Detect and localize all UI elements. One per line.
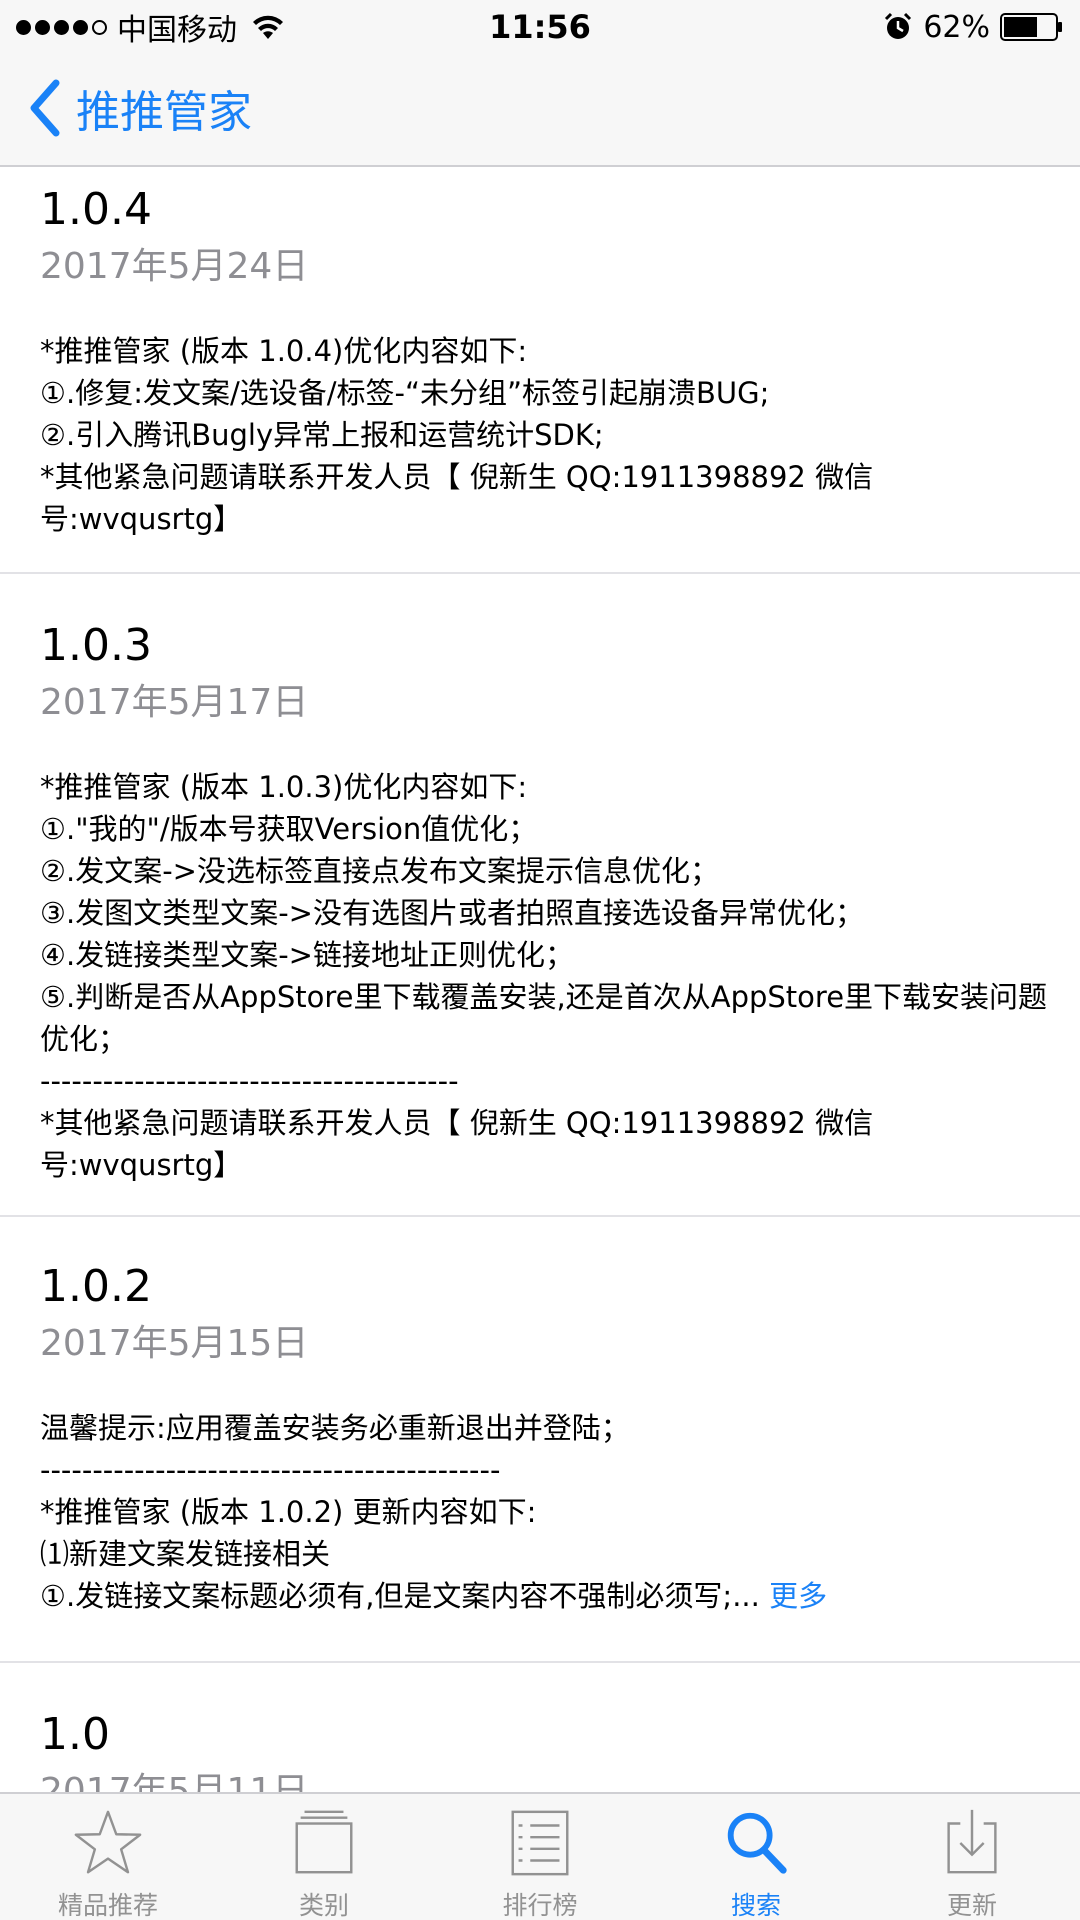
release-version: 1.0.4 bbox=[40, 184, 152, 235]
version-history-list[interactable]: 1.0.4 2017年5月24日 *推推管家 (版本 1.0.4)优化内容如下:… bbox=[0, 168, 1080, 1792]
battery-icon bbox=[1000, 13, 1062, 41]
alarm-icon bbox=[885, 12, 912, 39]
release-item: 1.0.4 2017年5月24日 *推推管家 (版本 1.0.4)优化内容如下:… bbox=[0, 168, 1080, 574]
navigation-bar: 推推管家 bbox=[0, 54, 1080, 167]
more-link[interactable]: 更多 bbox=[769, 1579, 827, 1613]
updates-icon bbox=[947, 1809, 997, 1874]
status-right: 62% bbox=[883, 8, 1064, 46]
release-date: 2017年5月24日 bbox=[40, 246, 309, 287]
release-item: 1.0.3 2017年5月17日 *推推管家 (版本 1.0.3)优化内容如下:… bbox=[0, 574, 1080, 1217]
tab-categories[interactable]: 类别 bbox=[216, 1794, 432, 1920]
release-version: 1.0.2 bbox=[40, 1261, 152, 1312]
release-notes: 温馨提示:应用覆盖安装务必重新退出并登陆； ------------------… bbox=[40, 1407, 1050, 1617]
top-charts-icon bbox=[511, 1810, 569, 1876]
star-icon bbox=[74, 1810, 142, 1874]
release-notes: *推推管家 (版本 1.0.3)优化内容如下: ①."我的"/版本号获取Vers… bbox=[40, 770, 1048, 1182]
tab-search[interactable]: 搜索 bbox=[648, 1794, 864, 1920]
release-item: 1.0.2 2017年5月15日 温馨提示:应用覆盖安装务必重新退出并登陆； -… bbox=[0, 1217, 1080, 1663]
tab-label: 搜索 bbox=[730, 1891, 781, 1920]
release-date: 2017年5月11日 bbox=[40, 1771, 309, 1792]
battery-percentage: 62% bbox=[923, 9, 990, 45]
tab-label: 精品推荐 bbox=[57, 1891, 158, 1920]
status-bar: 中国移动 11:56 62% bbox=[0, 0, 1080, 54]
release-date: 2017年5月17日 bbox=[40, 682, 309, 723]
release-version: 1.0.3 bbox=[40, 620, 152, 671]
release-item: 1.0 2017年5月11日 bbox=[0, 1663, 1080, 1792]
tab-bar: 精品推荐 类别 排行榜 搜索 更新 bbox=[0, 1792, 1080, 1920]
release-notes-text: 温馨提示:应用覆盖安装务必重新退出并登陆； ------------------… bbox=[40, 1411, 760, 1613]
release-date: 2017年5月15日 bbox=[40, 1323, 309, 1364]
tab-label: 类别 bbox=[298, 1891, 349, 1920]
tab-top-charts[interactable]: 排行榜 bbox=[432, 1794, 648, 1920]
release-version: 1.0 bbox=[40, 1709, 110, 1760]
tab-label: 更新 bbox=[946, 1891, 997, 1920]
back-button[interactable]: 推推管家 bbox=[28, 76, 252, 140]
chevron-left-icon bbox=[30, 79, 60, 137]
tab-featured[interactable]: 精品推荐 bbox=[0, 1794, 216, 1920]
release-notes: *推推管家 (版本 1.0.4)优化内容如下: ①.修复:发文案/选设备/标签-… bbox=[40, 334, 874, 536]
back-button-label: 推推管家 bbox=[76, 87, 252, 138]
categories-icon bbox=[295, 1810, 353, 1874]
tab-label: 排行榜 bbox=[502, 1891, 578, 1920]
tab-updates[interactable]: 更新 bbox=[864, 1794, 1080, 1920]
search-icon bbox=[727, 1812, 787, 1874]
